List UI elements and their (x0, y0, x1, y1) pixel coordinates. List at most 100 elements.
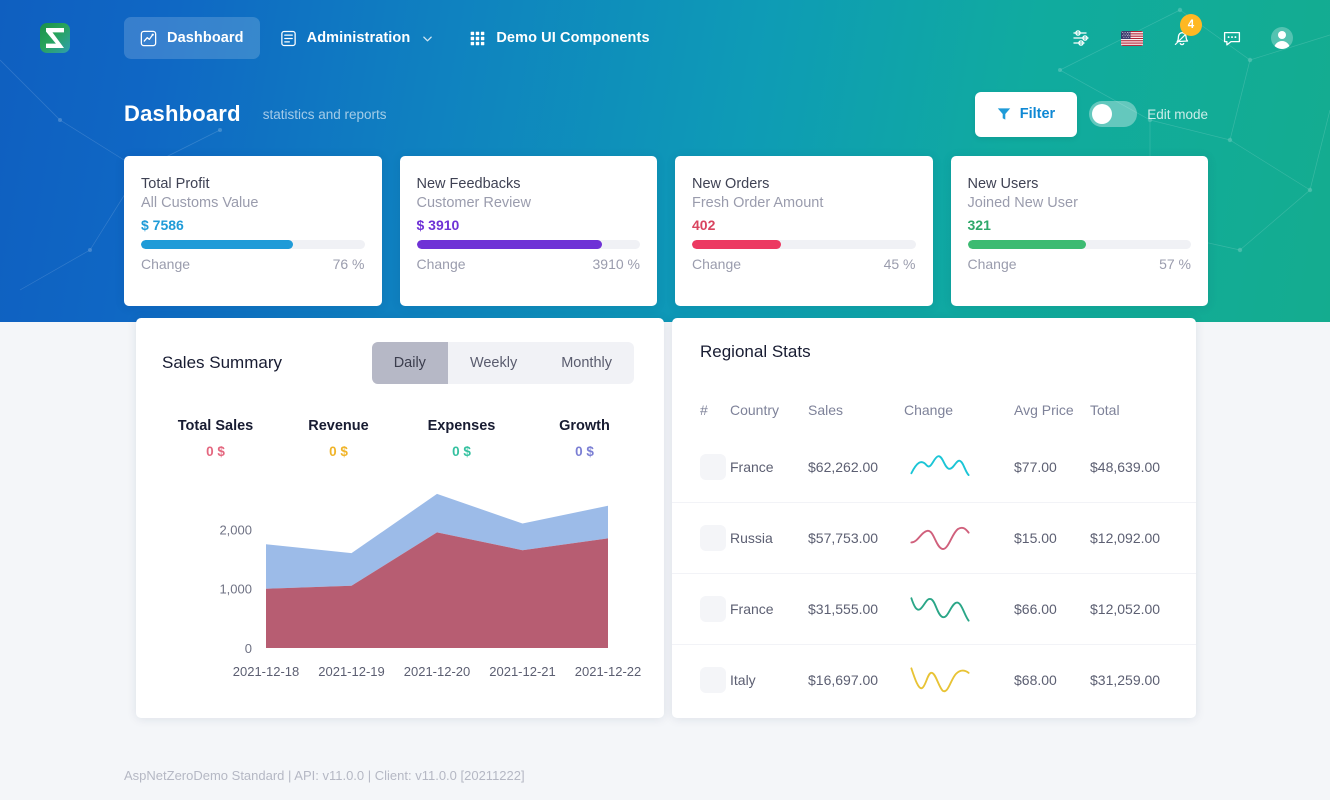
regional-stats-header: Regional Stats (672, 318, 1196, 362)
kpi-title: Total Profit (141, 176, 210, 192)
column-header-country: Country (730, 402, 780, 418)
page-header-actions: Filter Edit mode (974, 91, 1208, 137)
table-row[interactable]: France $62,262.00 $77.00 $48,639.00 (672, 432, 1196, 503)
regional-table-head: # Country Sales Change Avg Price Total (672, 402, 1196, 432)
row-avg-price: $77.00 (1014, 459, 1057, 475)
change-sparkline-icon (910, 526, 970, 550)
y-axis-tick-label: 1,000 (219, 582, 252, 597)
kpi-progress-fill (692, 240, 782, 249)
metric-revenue: Revenue 0 $ (277, 418, 400, 459)
tab-daily[interactable]: Daily (371, 342, 448, 384)
chevron-down-icon (423, 35, 433, 41)
filter-button[interactable]: Filter (974, 91, 1078, 137)
main-menu: Dashboard Administration Demo UI Compone… (124, 17, 666, 59)
kpi-value: $ 3910 (416, 217, 460, 233)
list-document-icon (280, 30, 296, 46)
x-axis-tick-label: 2021-12-22 (575, 664, 642, 679)
row-avg-price: $68.00 (1014, 644, 1090, 715)
kpi-subtitle: Fresh Order Amount (692, 195, 824, 211)
row-country: Italy (730, 644, 808, 715)
kpi-footer: Change 76 % (141, 256, 365, 272)
nav-item-demo-ui-components[interactable]: Demo UI Components (453, 17, 665, 59)
row-thumbnail (700, 525, 726, 551)
kpi-progress-bar (692, 240, 916, 249)
edit-mode-toggle[interactable] (1089, 101, 1138, 127)
kpi-value: $ 7586 (141, 217, 184, 233)
row-country: France (730, 459, 774, 475)
kpi-title: New Users (967, 176, 1039, 192)
chat-bubble-icon (1223, 31, 1241, 46)
language-flag-icon (1121, 30, 1143, 46)
metric-growth: Growth 0 $ (523, 418, 646, 459)
kpi-card-total-profit: Total Profit All Customs Value $ 7586 Ch… (124, 156, 382, 306)
row-thumb-cell (672, 432, 730, 503)
kpi-progress-fill (416, 240, 602, 249)
user-menu-button[interactable] (1258, 14, 1306, 62)
row-change-sparkline-cell (904, 502, 1014, 574)
row-total: $12,052.00 (1090, 573, 1196, 645)
dashboard-page: Dashboard Administration Demo UI Compone… (0, 0, 1330, 800)
kpi-progress-fill (141, 240, 293, 249)
page-subtitle: statistics and reports (262, 106, 387, 122)
kpi-change-value: 57 % (1159, 256, 1191, 272)
regional-stats-title: Regional Stats (700, 342, 811, 361)
x-axis-tick-label: 2021-12-19 (318, 664, 385, 679)
table-row[interactable]: France $31,555.00 $66.00 $12,052.00 (672, 573, 1196, 645)
x-axis-tick-label: 2021-12-21 (489, 664, 556, 679)
chat-button[interactable] (1208, 14, 1256, 62)
row-sales: $57,753.00 (808, 502, 904, 574)
table-row[interactable]: Italy $16,697.00 $68.00 $31,259.00 (672, 644, 1196, 715)
page-header: Dashboard statistics and reports Filter … (0, 88, 1330, 140)
kpi-title: New Feedbacks (416, 176, 521, 192)
change-sparkline-icon (910, 455, 970, 476)
row-sales: $62,262.00 (808, 459, 879, 475)
row-change-sparkline-cell (904, 432, 1014, 503)
nav-item-administration[interactable]: Administration (264, 17, 450, 59)
brand-logo[interactable] (0, 23, 110, 53)
tab-monthly[interactable]: Monthly (539, 342, 634, 384)
edit-mode-control: Edit mode (1089, 101, 1208, 127)
quick-settings-icon (1073, 30, 1089, 46)
metric-value: 0 $ (575, 444, 594, 459)
kpi-change-label: Change (141, 256, 191, 272)
row-country: France (730, 573, 808, 645)
table-row[interactable]: Russia $57,753.00 $15.00 $12,092.00 (672, 502, 1196, 574)
quick-settings-button[interactable] (1058, 14, 1106, 62)
edit-mode-toggle-knob (1092, 104, 1113, 124)
nav-item-demo-ui-components-label: Demo UI Components (496, 30, 650, 46)
notifications-badge: 4 (1180, 14, 1202, 36)
row-change-sparkline-cell (904, 573, 1014, 645)
kpi-change-value: 45 % (883, 256, 916, 272)
grid-dots-icon (471, 31, 485, 45)
metric-label: Expenses (427, 418, 496, 434)
row-sales: $31,555.00 (808, 573, 904, 645)
y-axis-tick-label: 2,000 (219, 522, 252, 537)
column-header-total: Total (1090, 402, 1120, 418)
sales-area-chart: 0 1,000 2,000 2021-12-18 2021-12-19 2021-12-2… (136, 473, 664, 703)
metric-value: 0 $ (329, 444, 348, 459)
kpi-change-value: 3910 % (592, 256, 640, 272)
row-avg-price: $15.00 (1014, 502, 1090, 574)
x-axis-tick-label: 2021-12-18 (233, 664, 300, 679)
user-avatar-icon (1271, 27, 1293, 49)
row-thumb-cell (672, 644, 730, 715)
change-sparkline-icon (910, 667, 970, 693)
metric-value: 0 $ (206, 444, 225, 459)
row-total: $31,259.00 (1090, 644, 1196, 715)
kpi-cards-row: Total Profit All Customs Value $ 7586 Ch… (124, 156, 1208, 306)
notifications-button[interactable]: 4 (1158, 14, 1206, 62)
kpi-subtitle: All Customs Value (141, 195, 259, 211)
row-thumb-cell (672, 573, 730, 645)
page-title: Dashboard (124, 101, 241, 126)
tab-weekly[interactable]: Weekly (448, 342, 539, 384)
sales-metrics-row: Total Sales 0 $ Revenue 0 $ Expenses 0 $… (136, 384, 664, 459)
kpi-card-new-orders: New Orders Fresh Order Amount 402 Change… (675, 156, 933, 306)
kpi-change-label: Change (967, 256, 1017, 272)
x-axis-tick-label: 2021-12-20 (404, 664, 471, 679)
regional-table-header-row: # Country Sales Change Avg Price Total (672, 402, 1196, 432)
row-thumb-cell (672, 502, 730, 574)
language-selector-button[interactable] (1108, 14, 1156, 62)
row-total: $48,639.00 (1090, 459, 1161, 475)
nav-item-dashboard[interactable]: Dashboard (124, 17, 260, 59)
kpi-progress-fill (967, 240, 1086, 249)
